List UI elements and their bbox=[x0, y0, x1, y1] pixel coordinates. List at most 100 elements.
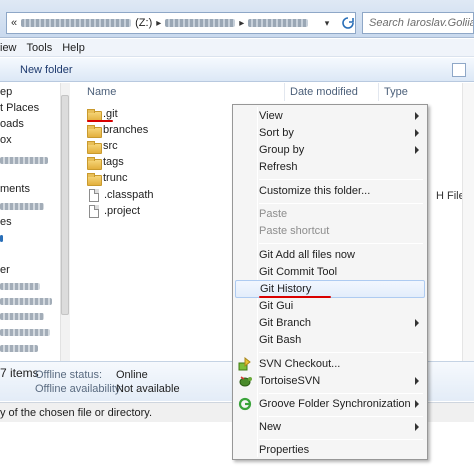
menu-bar: iew Tools Help bbox=[0, 39, 474, 57]
search-placeholder: Search Iaroslav.Goliiad bbox=[369, 17, 474, 29]
view-options-icon[interactable] bbox=[452, 63, 466, 77]
nav-item-recent-places[interactable]: t Places bbox=[0, 102, 39, 114]
file-row[interactable]: trunc bbox=[87, 170, 127, 186]
file-name: tags bbox=[103, 156, 124, 168]
document-icon bbox=[89, 188, 99, 202]
file-row[interactable]: .classpath bbox=[87, 187, 154, 203]
offline-availability-value: Not available bbox=[116, 383, 180, 395]
menu-item-git-gui[interactable]: Git Gui bbox=[235, 297, 425, 315]
breadcrumb-separator-icon[interactable]: ▸ bbox=[239, 18, 244, 29]
address-dropdown-icon[interactable]: ▾ bbox=[318, 12, 336, 34]
nav-item-pictures[interactable]: es bbox=[0, 216, 12, 228]
menu-view[interactable]: iew bbox=[0, 42, 27, 54]
menu-item-label: Groove Folder Synchronization bbox=[259, 398, 411, 410]
redacted-nav-item bbox=[0, 313, 44, 320]
menu-separator bbox=[259, 439, 423, 440]
menu-item-group-by[interactable]: Group by bbox=[235, 141, 425, 159]
redacted-nav-item bbox=[0, 283, 40, 290]
breadcrumb-chevron-icon[interactable]: « bbox=[11, 17, 17, 29]
menu-item-label: Sort by bbox=[259, 127, 294, 139]
menu-separator bbox=[259, 203, 423, 204]
submenu-arrow-icon bbox=[415, 423, 419, 431]
file-row[interactable]: .project bbox=[87, 203, 140, 219]
menu-item-customize-folder[interactable]: Customize this folder... bbox=[235, 182, 425, 200]
menu-separator bbox=[259, 416, 423, 417]
menu-item-git-add-all[interactable]: Git Add all files now bbox=[235, 246, 425, 264]
menu-tools[interactable]: Tools bbox=[27, 42, 63, 54]
nav-item-dropbox[interactable]: ox bbox=[0, 134, 12, 146]
nav-item-documents[interactable]: ments bbox=[0, 183, 30, 195]
menu-item-git-commit-tool[interactable]: Git Commit Tool bbox=[235, 263, 425, 281]
svn-checkout-icon bbox=[238, 356, 252, 371]
submenu-arrow-icon bbox=[415, 400, 419, 408]
menu-item-refresh[interactable]: Refresh bbox=[235, 158, 425, 176]
nav-scrollbar-thumb[interactable] bbox=[61, 95, 69, 315]
menu-item-label: Group by bbox=[259, 144, 305, 156]
file-list-scrollbar[interactable] bbox=[462, 83, 474, 361]
column-divider[interactable] bbox=[378, 83, 379, 101]
submenu-arrow-icon bbox=[415, 112, 419, 120]
menu-item-label: Paste shortcut bbox=[259, 225, 330, 237]
address-bar[interactable]: « (Z:) ▸ ▸ bbox=[6, 12, 356, 34]
menu-item-paste-shortcut[interactable]: Paste shortcut bbox=[235, 222, 425, 240]
file-name: .project bbox=[104, 205, 141, 217]
menu-item-label: New bbox=[259, 421, 282, 433]
menu-item-git-branch[interactable]: Git Branch bbox=[235, 314, 425, 332]
file-row[interactable]: branches bbox=[87, 122, 148, 138]
file-name: .classpath bbox=[104, 189, 154, 201]
menu-separator bbox=[259, 393, 423, 394]
status-text: y of the chosen file or directory. bbox=[0, 406, 153, 419]
drive-label[interactable]: (Z:) bbox=[135, 17, 152, 29]
offline-status-label: Offline status: bbox=[35, 369, 103, 381]
redacted-path-segment bbox=[248, 19, 309, 27]
file-name: src bbox=[103, 140, 118, 152]
file-name: .git bbox=[103, 108, 118, 120]
menu-item-new[interactable]: New bbox=[235, 418, 425, 436]
column-divider[interactable] bbox=[284, 83, 285, 101]
breadcrumb-separator-icon[interactable]: ▸ bbox=[156, 18, 161, 29]
nav-item-desktop[interactable]: ep bbox=[0, 86, 12, 98]
command-bar: New folder bbox=[0, 58, 474, 82]
folder-icon bbox=[87, 124, 102, 138]
menu-item-label: Git Commit Tool bbox=[259, 266, 338, 278]
redacted-nav-item bbox=[0, 203, 44, 210]
submenu-arrow-icon bbox=[415, 377, 419, 385]
new-folder-button[interactable]: New folder bbox=[20, 64, 73, 76]
submenu-arrow-icon bbox=[415, 129, 419, 137]
search-input[interactable]: Search Iaroslav.Goliiad bbox=[362, 12, 474, 34]
menu-item-label: Git Branch bbox=[259, 317, 311, 329]
file-row[interactable]: src bbox=[87, 138, 118, 154]
nav-item-computer[interactable]: er bbox=[0, 264, 10, 276]
offline-availability-label: Offline availability: bbox=[35, 383, 124, 395]
refresh-icon[interactable] bbox=[338, 12, 358, 34]
folder-icon bbox=[87, 140, 102, 154]
menu-item-label: Git Gui bbox=[259, 300, 294, 312]
submenu-arrow-icon bbox=[415, 146, 419, 154]
menu-item-sort-by[interactable]: Sort by bbox=[235, 124, 425, 142]
menu-item-label: Properties bbox=[259, 444, 310, 456]
column-header-date-modified[interactable]: Date modified bbox=[290, 83, 358, 101]
menu-item-properties[interactable]: Properties bbox=[235, 441, 425, 459]
redacted-nav-item bbox=[0, 157, 48, 164]
document-icon bbox=[89, 204, 99, 218]
menu-item-view[interactable]: View bbox=[235, 107, 425, 125]
folder-icon bbox=[87, 156, 102, 170]
menu-item-tortoisesvn[interactable]: TortoiseSVN bbox=[235, 372, 425, 390]
menu-item-label: TortoiseSVN bbox=[259, 375, 321, 387]
menu-help[interactable]: Help bbox=[62, 42, 95, 54]
menu-separator bbox=[259, 179, 423, 180]
redacted-nav-item bbox=[0, 345, 38, 352]
menu-item-groove-sync[interactable]: Groove Folder Synchronization bbox=[235, 395, 425, 413]
file-type-text: H File bbox=[436, 190, 465, 202]
nav-item-downloads[interactable]: oads bbox=[0, 118, 24, 130]
column-header-type[interactable]: Type bbox=[384, 83, 408, 101]
file-row[interactable]: tags bbox=[87, 154, 124, 170]
redacted-path-segment bbox=[165, 19, 236, 27]
redacted-nav-item bbox=[0, 298, 52, 305]
redacted-nav-item bbox=[0, 329, 50, 336]
menu-separator bbox=[259, 352, 423, 353]
menu-item-svn-checkout[interactable]: SVN Checkout... bbox=[235, 355, 425, 373]
column-header-name[interactable]: Name bbox=[87, 83, 116, 101]
menu-item-git-bash[interactable]: Git Bash bbox=[235, 331, 425, 349]
menu-item-paste[interactable]: Paste bbox=[235, 205, 425, 223]
